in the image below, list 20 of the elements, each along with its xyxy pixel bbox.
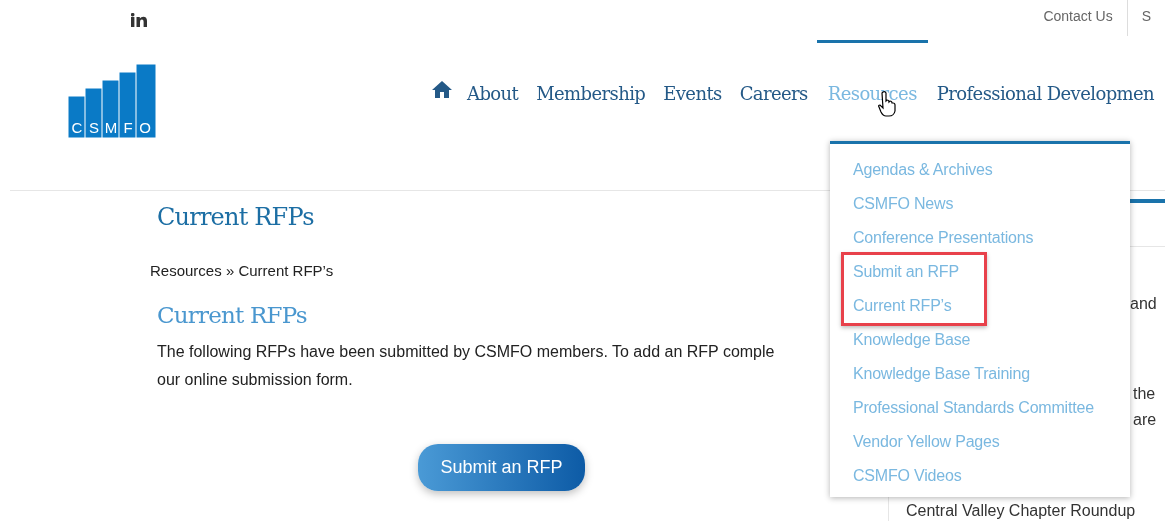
intro-paragraph: The following RFPs have been submitted by CSMFO members. To add an RFP comple our online submission form. [157, 341, 775, 390]
sidebar-text: are [1133, 410, 1157, 430]
nav-link[interactable]: Professional Developmen [927, 40, 1164, 107]
page-title: Current RFPs [157, 203, 314, 232]
linkedin-icon[interactable] [131, 10, 147, 28]
logo[interactable]: C S M F O [68, 62, 160, 138]
nav-link[interactable]: Careers [730, 40, 817, 107]
section-heading: Current RFPs [157, 302, 307, 330]
sidebar-text: and [1130, 294, 1157, 314]
breadcrumb-link[interactable]: Resources [150, 261, 222, 279]
submit-rfp-button[interactable]: Submit an RFP [418, 443, 585, 491]
nav-link[interactable]: About [458, 40, 528, 107]
nav-link[interactable]: Membership [527, 40, 655, 107]
breadcrumb-current: Current RFP’s [238, 261, 334, 279]
top-link[interactable]: S [1126, 0, 1165, 36]
home-icon[interactable] [432, 81, 452, 98]
nav-link[interactable]: Events [654, 40, 731, 107]
sidebar-text: the [1133, 384, 1156, 404]
breadcrumb-separator: » [225, 261, 235, 279]
top-link[interactable]: Contact Us [1029, 0, 1127, 36]
